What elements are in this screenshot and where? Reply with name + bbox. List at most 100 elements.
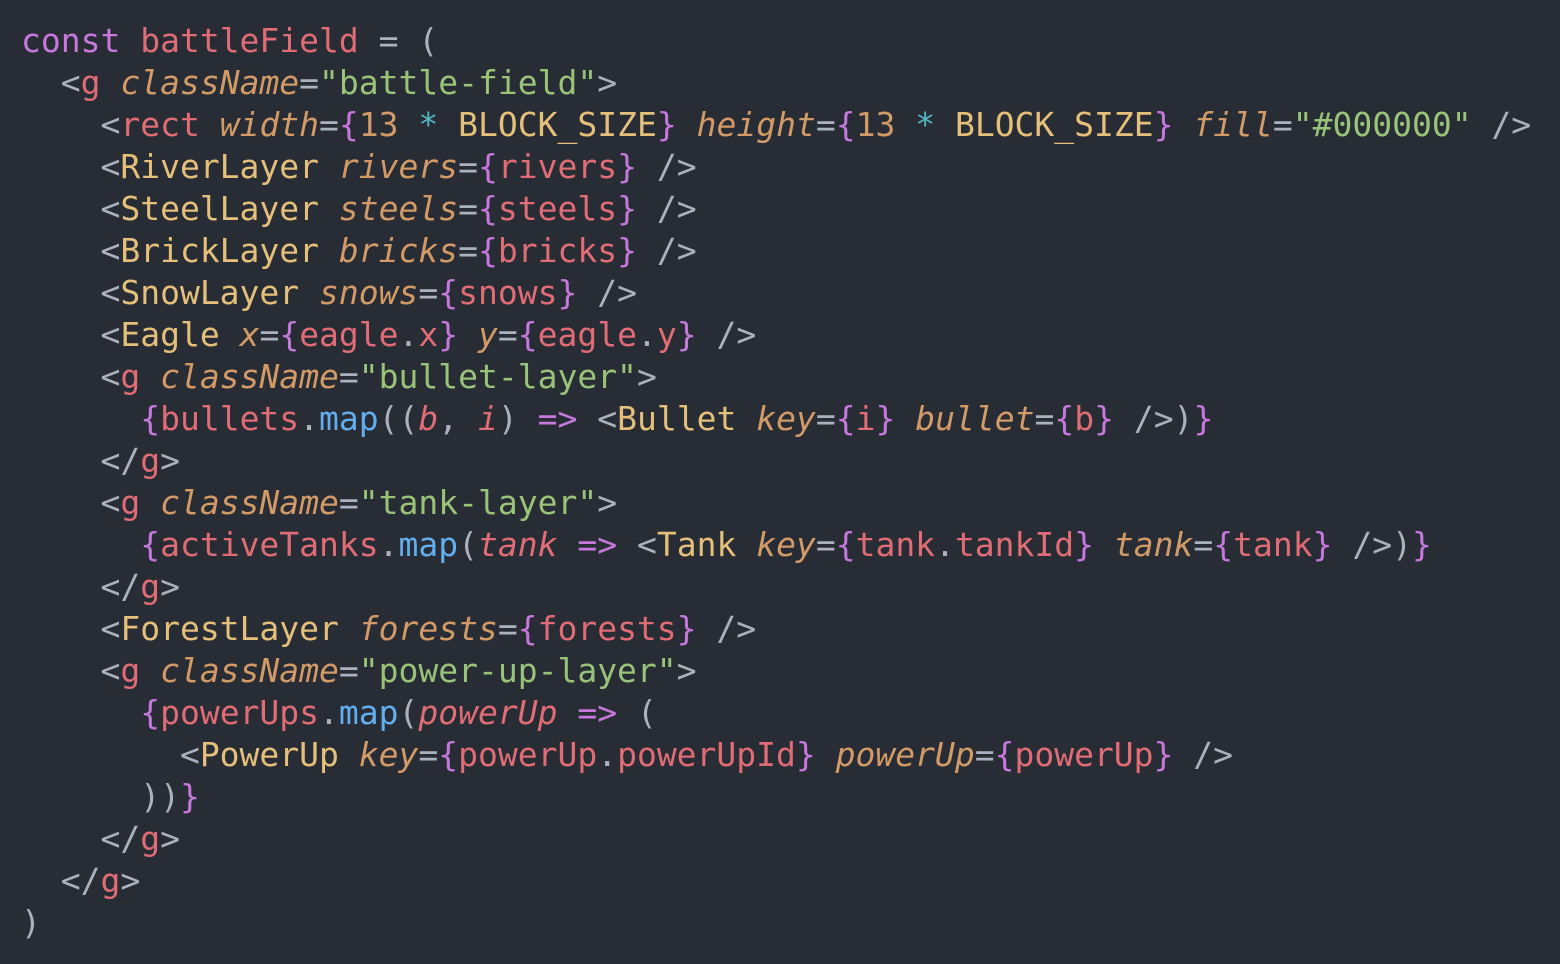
code-token: i (855, 399, 876, 438)
code-line: <g className="bullet-layer"> (21, 356, 1531, 398)
code-token: ) (497, 399, 538, 438)
code-token: powerUp (1014, 735, 1154, 774)
code-line: <rect width={13 * BLOCK_SIZE} height={13… (21, 104, 1531, 146)
code-token: < (577, 399, 618, 438)
code-token: x (239, 315, 260, 354)
code-token: < (617, 525, 657, 564)
code-token: ( (617, 693, 657, 732)
code-token: . (319, 693, 339, 732)
code-token: key (756, 399, 816, 438)
code-token: Bullet (617, 399, 737, 438)
code-line: {activeTanks.map(tank => <Tank key={tank… (21, 524, 1531, 566)
code-token: )) (21, 777, 180, 816)
code-token: * (418, 105, 439, 144)
code-token: /> (1471, 105, 1532, 144)
code-editor[interactable]: const battleField = ( <g className="batt… (0, 0, 1560, 964)
code-token: 13 (855, 105, 896, 144)
code-token: = (418, 273, 439, 312)
code-line: ) (21, 902, 1531, 944)
code-line: <PowerUp key={powerUp.powerUpId} powerUp… (21, 734, 1531, 776)
code-token: g (120, 483, 141, 522)
code-token: < (21, 273, 121, 312)
code-token: powerUpId (617, 735, 796, 774)
code-token: /> (1173, 735, 1234, 774)
code-token: < (21, 189, 121, 228)
code-token: Tank (656, 525, 737, 564)
code-line: <SnowLayer snows={snows} /> (21, 272, 1531, 314)
code-token: 13 (358, 105, 399, 144)
code-token: } (1094, 399, 1114, 438)
code-token: tank (1233, 525, 1313, 564)
code-block[interactable]: const battleField = ( <g className="batt… (21, 20, 1531, 944)
code-token: "bullet-layer" (358, 357, 637, 396)
code-token: { (438, 735, 459, 774)
code-token: snows (319, 273, 419, 312)
code-token: { (517, 609, 538, 648)
code-token: powerUps (160, 693, 320, 732)
code-token: > (597, 483, 618, 522)
code-token: eagle (537, 315, 637, 354)
code-line: </g> (21, 818, 1531, 860)
code-token: => (537, 399, 578, 438)
code-token: BrickLayer (120, 231, 320, 270)
code-line: </g> (21, 860, 1531, 902)
code-token: } (676, 315, 697, 354)
code-token: rect (120, 105, 200, 144)
code-token: steels (338, 189, 459, 228)
code-token: g (80, 63, 101, 102)
code-token: map (319, 399, 379, 438)
code-token: } (438, 315, 459, 354)
code-token: . (637, 315, 657, 354)
code-token: rivers (338, 147, 459, 186)
code-token: } (617, 147, 637, 186)
code-token: "power-up-layer" (358, 651, 677, 690)
code-token: forests (537, 609, 677, 648)
code-token: className (120, 63, 300, 102)
code-token: tank (1113, 525, 1194, 564)
code-token: < (21, 609, 121, 648)
code-token: > (676, 651, 697, 690)
code-token: = (458, 231, 478, 270)
code-token: . (398, 315, 419, 354)
code-token: "battle-field" (319, 63, 598, 102)
code-token: . (299, 399, 320, 438)
code-token: height (696, 105, 816, 144)
code-token: y (478, 315, 498, 354)
code-token: > (160, 567, 180, 606)
code-token: > (120, 861, 141, 900)
code-token: } (617, 231, 637, 270)
code-token: </ (21, 441, 141, 480)
code-token: < (21, 651, 121, 690)
code-token: { (517, 315, 538, 354)
code-token: . (378, 525, 399, 564)
code-token: snows (458, 273, 558, 312)
code-token: { (140, 399, 161, 438)
code-line: <g className="battle-field"> (21, 62, 1531, 104)
code-line: <RiverLayer rivers={rivers} /> (21, 146, 1531, 188)
code-token: map (338, 693, 399, 732)
code-token: } (557, 273, 578, 312)
code-token: { (478, 189, 498, 228)
code-token: ) (21, 903, 41, 942)
code-token: "#000000" (1292, 105, 1472, 144)
code-token: { (835, 525, 856, 564)
code-token: </ (21, 861, 101, 900)
code-token: } (795, 735, 816, 774)
code-token: ( (398, 693, 419, 732)
code-line: <g className="tank-layer"> (21, 482, 1531, 524)
code-token: tank (478, 525, 558, 564)
code-line: {bullets.map((b, i) => <Bullet key={i} b… (21, 398, 1531, 440)
